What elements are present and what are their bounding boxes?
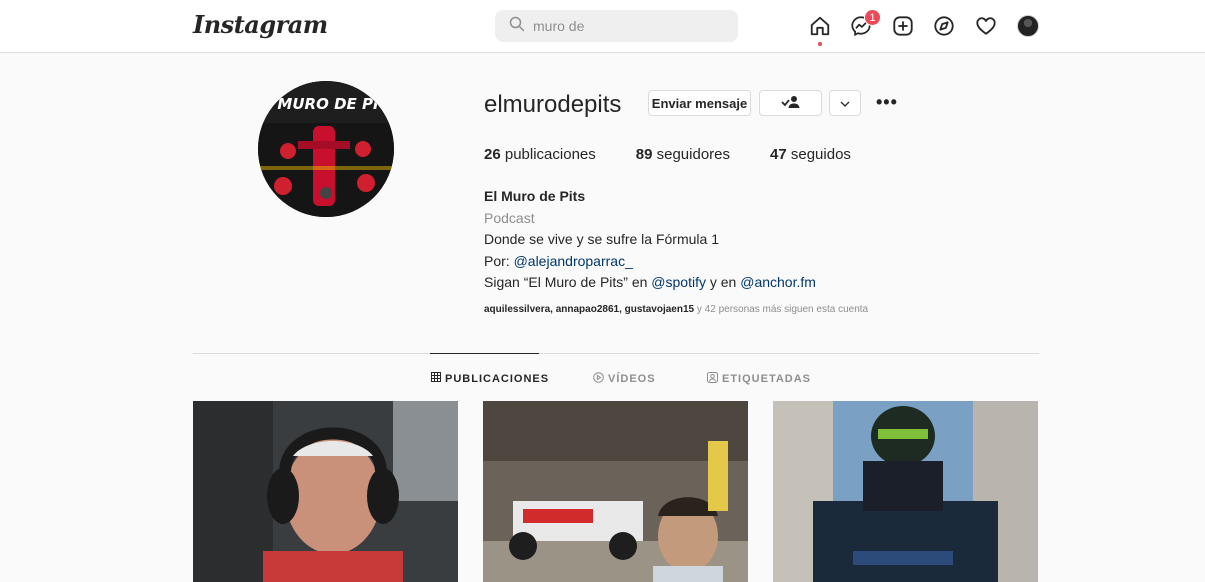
mention-link[interactable]: @spotify bbox=[651, 274, 706, 290]
category-label: Podcast bbox=[484, 209, 535, 226]
chevron-down-icon bbox=[840, 96, 850, 111]
tab-publicaciones[interactable]: PUBLICACIONES bbox=[431, 372, 549, 385]
tagged-icon bbox=[707, 372, 718, 386]
following-button[interactable] bbox=[759, 90, 822, 116]
tab-etiquetadas[interactable]: ETIQUETADAS bbox=[707, 372, 811, 386]
profile-avatar[interactable] bbox=[1017, 15, 1039, 37]
post-thumbnail[interactable] bbox=[483, 401, 748, 582]
profile-username: elmurodepits bbox=[484, 91, 622, 118]
home-icon[interactable] bbox=[808, 14, 832, 38]
bio-line: Donde se vive y se sufre la Fórmula 1 bbox=[484, 231, 719, 247]
mention-link[interactable]: @anchor.fm bbox=[740, 274, 816, 290]
explore-icon[interactable] bbox=[932, 14, 956, 38]
suggestions-dropdown-button[interactable] bbox=[829, 90, 861, 116]
display-name: El Muro de Pits bbox=[484, 188, 586, 204]
instagram-logo[interactable]: Instagram bbox=[193, 10, 328, 39]
tabs-divider bbox=[193, 353, 1039, 354]
active-indicator-dot bbox=[818, 42, 822, 46]
following-count[interactable]: 47 seguidos bbox=[770, 146, 851, 163]
search-bar[interactable] bbox=[495, 10, 738, 42]
send-message-button[interactable]: Enviar mensaje bbox=[648, 90, 751, 116]
notification-badge: 1 bbox=[864, 9, 881, 26]
followed-by-text[interactable]: aquilessilvera, annapao2861, gustavojaen… bbox=[484, 304, 868, 315]
post-thumbnail[interactable] bbox=[193, 401, 458, 582]
bio-line: Sigan “El Muro de Pits” en @spotify y en… bbox=[484, 274, 816, 290]
tab-videos[interactable]: VÍDEOS bbox=[593, 372, 656, 386]
grid-icon bbox=[431, 372, 441, 385]
play-circle-icon bbox=[593, 372, 604, 386]
post-thumbnail[interactable] bbox=[773, 401, 1038, 582]
followers-count[interactable]: 89 seguidores bbox=[636, 146, 730, 163]
profile-stats: 26 publicaciones 89 seguidores 47 seguid… bbox=[484, 146, 891, 163]
search-input[interactable] bbox=[533, 18, 713, 34]
avatar-logo-text: EL MURO DE PITS bbox=[258, 95, 394, 113]
activity-heart-icon[interactable] bbox=[974, 14, 998, 38]
bio-line: Por: @alejandroparrac_ bbox=[484, 252, 633, 269]
more-options-icon[interactable]: ••• bbox=[876, 92, 898, 113]
posts-count: 26 publicaciones bbox=[484, 146, 596, 163]
mention-link[interactable]: @alejandroparrac_ bbox=[514, 253, 633, 269]
new-post-icon[interactable] bbox=[891, 14, 915, 38]
search-icon bbox=[509, 16, 525, 37]
top-navigation-bar: Instagram 1 bbox=[0, 0, 1205, 53]
profile-picture[interactable]: EL MURO DE PITS bbox=[258, 81, 394, 217]
profile-bio: El Muro de Pits Podcast Donde se vive y … bbox=[484, 186, 816, 294]
following-person-icon bbox=[780, 95, 801, 112]
active-tab-indicator bbox=[430, 353, 539, 354]
